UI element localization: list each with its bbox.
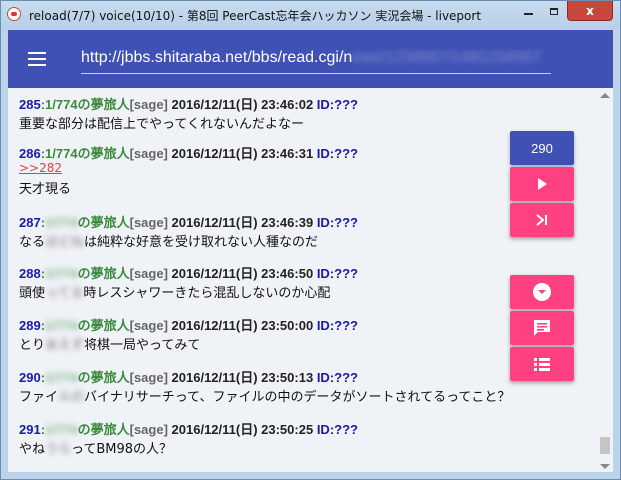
post-item: 290:1/774の夢旅人[sage] 2016/12/11(日) 23:50:… <box>19 367 511 405</box>
post-mail: [sage] <box>129 146 168 161</box>
post-item: 285:1/774の夢旅人[sage] 2016/12/11(日) 23:46:… <box>19 94 358 132</box>
post-mail: [sage] <box>129 318 168 333</box>
skip-to-end-icon <box>536 214 547 226</box>
post-name-blurred: 1/774 <box>45 266 78 281</box>
post-header: 286:1/774の夢旅人[sage] 2016/12/11(日) 23:46:… <box>19 143 358 161</box>
post-number[interactable]: 290 <box>19 370 41 385</box>
post-mail: [sage] <box>129 215 168 230</box>
post-id[interactable]: ID:??? <box>317 97 358 112</box>
post-body-blurred: うら <box>45 442 72 457</box>
thread-url-input[interactable]: http://jbbs.shitaraba.net/bbs/read.cgi/n… <box>81 49 551 74</box>
post-id[interactable]: ID:??? <box>317 266 358 281</box>
post-name: :1/774の夢旅人 <box>40 146 130 161</box>
post-name: :1/774の夢旅人 <box>40 266 130 281</box>
post-id[interactable]: ID:??? <box>317 318 358 333</box>
post-item: 288:1/774の夢旅人[sage] 2016/12/11(日) 23:46:… <box>19 263 358 301</box>
post-date: 2016/12/11(日) 23:46:39 <box>171 215 314 230</box>
post-header: 287:1/774の夢旅人[sage] 2016/12/11(日) 23:46:… <box>19 212 358 230</box>
post-name: :1/774の夢旅人 <box>40 422 130 437</box>
scroll-down-icon <box>533 283 551 301</box>
post-body: 重要な部分は配信上でやってくれないんだよなー <box>19 117 304 132</box>
post-number[interactable]: 287 <box>19 215 41 230</box>
skip-to-latest-button[interactable] <box>510 203 574 237</box>
scroll-down-arrow-icon[interactable] <box>600 464 610 469</box>
post-date: 2016/12/11(日) 23:50:00 <box>171 318 314 333</box>
post-id[interactable]: ID:??? <box>317 422 358 437</box>
post-name: :1/774の夢旅人 <box>40 97 130 112</box>
post-number[interactable]: 286 <box>19 146 41 161</box>
close-button[interactable]: x <box>567 1 613 21</box>
res-counter-button[interactable]: 290 <box>510 131 574 165</box>
vertical-scrollbar[interactable] <box>597 88 613 472</box>
url-text: http://jbbs.shitaraba.net/bbs/read.cgi/n <box>81 49 353 66</box>
post-name-blurred: 1/774 <box>45 422 78 437</box>
post-date: 2016/12/11(日) 23:46:02 <box>171 97 314 112</box>
minimize-button[interactable] <box>515 1 541 21</box>
post-item: 291:1/774の夢旅人[sage] 2016/12/11(日) 23:50:… <box>19 419 358 457</box>
post-body-blurred: ルの <box>58 390 85 405</box>
list-icon <box>534 358 550 371</box>
app-icon <box>7 7 21 21</box>
post-item: 289:1/774の夢旅人[sage] 2016/12/11(日) 23:50:… <box>19 315 358 353</box>
post-name-blurred: 1/774 <box>45 318 78 333</box>
post-mail: [sage] <box>129 97 168 112</box>
post-header: 289:1/774の夢旅人[sage] 2016/12/11(日) 23:50:… <box>19 315 358 333</box>
post-body: 頭使ってる時レスシャワーきたら混乱しないのか心配 <box>19 286 331 301</box>
post-header: 285:1/774の夢旅人[sage] 2016/12/11(日) 23:46:… <box>19 94 358 112</box>
post-date: 2016/12/11(日) 23:50:13 <box>171 370 314 385</box>
post-anchor-link[interactable]: >>282 <box>19 161 358 176</box>
play-icon <box>538 178 547 190</box>
post-item: 287:1/774の夢旅人[sage] 2016/12/11(日) 23:46:… <box>19 212 358 250</box>
scroll-down-button[interactable] <box>510 275 574 309</box>
thread-list-button[interactable] <box>510 347 574 381</box>
url-blurred-text: ews/1234567/1481234567 <box>352 49 541 66</box>
post-header: 288:1/774の夢旅人[sage] 2016/12/11(日) 23:46:… <box>19 263 358 281</box>
post-header: 290:1/774の夢旅人[sage] 2016/12/11(日) 23:50:… <box>19 367 510 385</box>
post-body: ファイルのバイナリサーチって、ファイルの中のデータがソートされてるってこと？ <box>19 390 511 405</box>
minimize-icon <box>523 13 533 15</box>
app-window: reload(7/7) voice(10/10) - 第8回 PeerCast忘… <box>0 0 621 480</box>
post-id[interactable]: ID:??? <box>317 370 358 385</box>
title-bar[interactable]: reload(7/7) voice(10/10) - 第8回 PeerCast忘… <box>1 1 620 29</box>
post-id[interactable]: ID:??? <box>317 146 358 161</box>
post-mail: [sage] <box>129 422 168 437</box>
post-body-blurred: ほどね <box>45 235 85 250</box>
post-mail: [sage] <box>129 370 168 385</box>
post-number[interactable]: 289 <box>19 318 41 333</box>
post-header: 291:1/774の夢旅人[sage] 2016/12/11(日) 23:50:… <box>19 419 358 437</box>
post-name: :1/774の夢旅人 <box>40 370 130 385</box>
scroll-up-arrow-icon[interactable] <box>600 93 610 98</box>
play-button[interactable] <box>510 167 574 201</box>
app-bar: http://jbbs.shitaraba.net/bbs/read.cgi/n… <box>8 30 613 88</box>
post-name: :1/774の夢旅人 <box>40 215 130 230</box>
post-date: 2016/12/11(日) 23:46:31 <box>171 146 314 161</box>
maximize-icon <box>550 7 558 15</box>
thread-list[interactable]: 285:1/774の夢旅人[sage] 2016/12/11(日) 23:46:… <box>8 88 597 472</box>
post-date: 2016/12/11(日) 23:46:50 <box>171 266 314 281</box>
comment-button[interactable] <box>510 311 574 345</box>
post-name: :1/774の夢旅人 <box>40 318 130 333</box>
post-body: 天才現る <box>19 182 72 197</box>
app-client-area: http://jbbs.shitaraba.net/bbs/read.cgi/n… <box>8 30 613 472</box>
post-item: 286:1/774の夢旅人[sage] 2016/12/11(日) 23:46:… <box>19 143 358 197</box>
post-mail: [sage] <box>129 266 168 281</box>
post-name-blurred: 1/774 <box>45 215 78 230</box>
comment-icon <box>534 320 550 336</box>
post-name-blurred: 1/774 <box>45 370 78 385</box>
post-number[interactable]: 291 <box>19 422 41 437</box>
post-body: やねうらってBM98の人？ <box>19 442 173 457</box>
post-body-blurred: ってる <box>45 286 84 301</box>
menu-icon[interactable] <box>28 52 46 66</box>
post-body-blurred: あえず <box>45 338 85 353</box>
window-title: reload(7/7) voice(10/10) - 第8回 PeerCast忘… <box>29 9 482 23</box>
post-number[interactable]: 288 <box>19 266 41 281</box>
post-body: とりあえず将棋一局やってみて <box>19 338 201 353</box>
scrollbar-thumb[interactable] <box>600 437 610 454</box>
post-id[interactable]: ID:??? <box>317 215 358 230</box>
post-date: 2016/12/11(日) 23:50:25 <box>171 422 314 437</box>
maximize-button[interactable] <box>541 1 567 21</box>
post-number[interactable]: 285 <box>19 97 41 112</box>
close-icon: x <box>586 3 594 18</box>
post-body: なるほどねは純粋な好意を受け取れない人種なのだ <box>19 235 319 250</box>
